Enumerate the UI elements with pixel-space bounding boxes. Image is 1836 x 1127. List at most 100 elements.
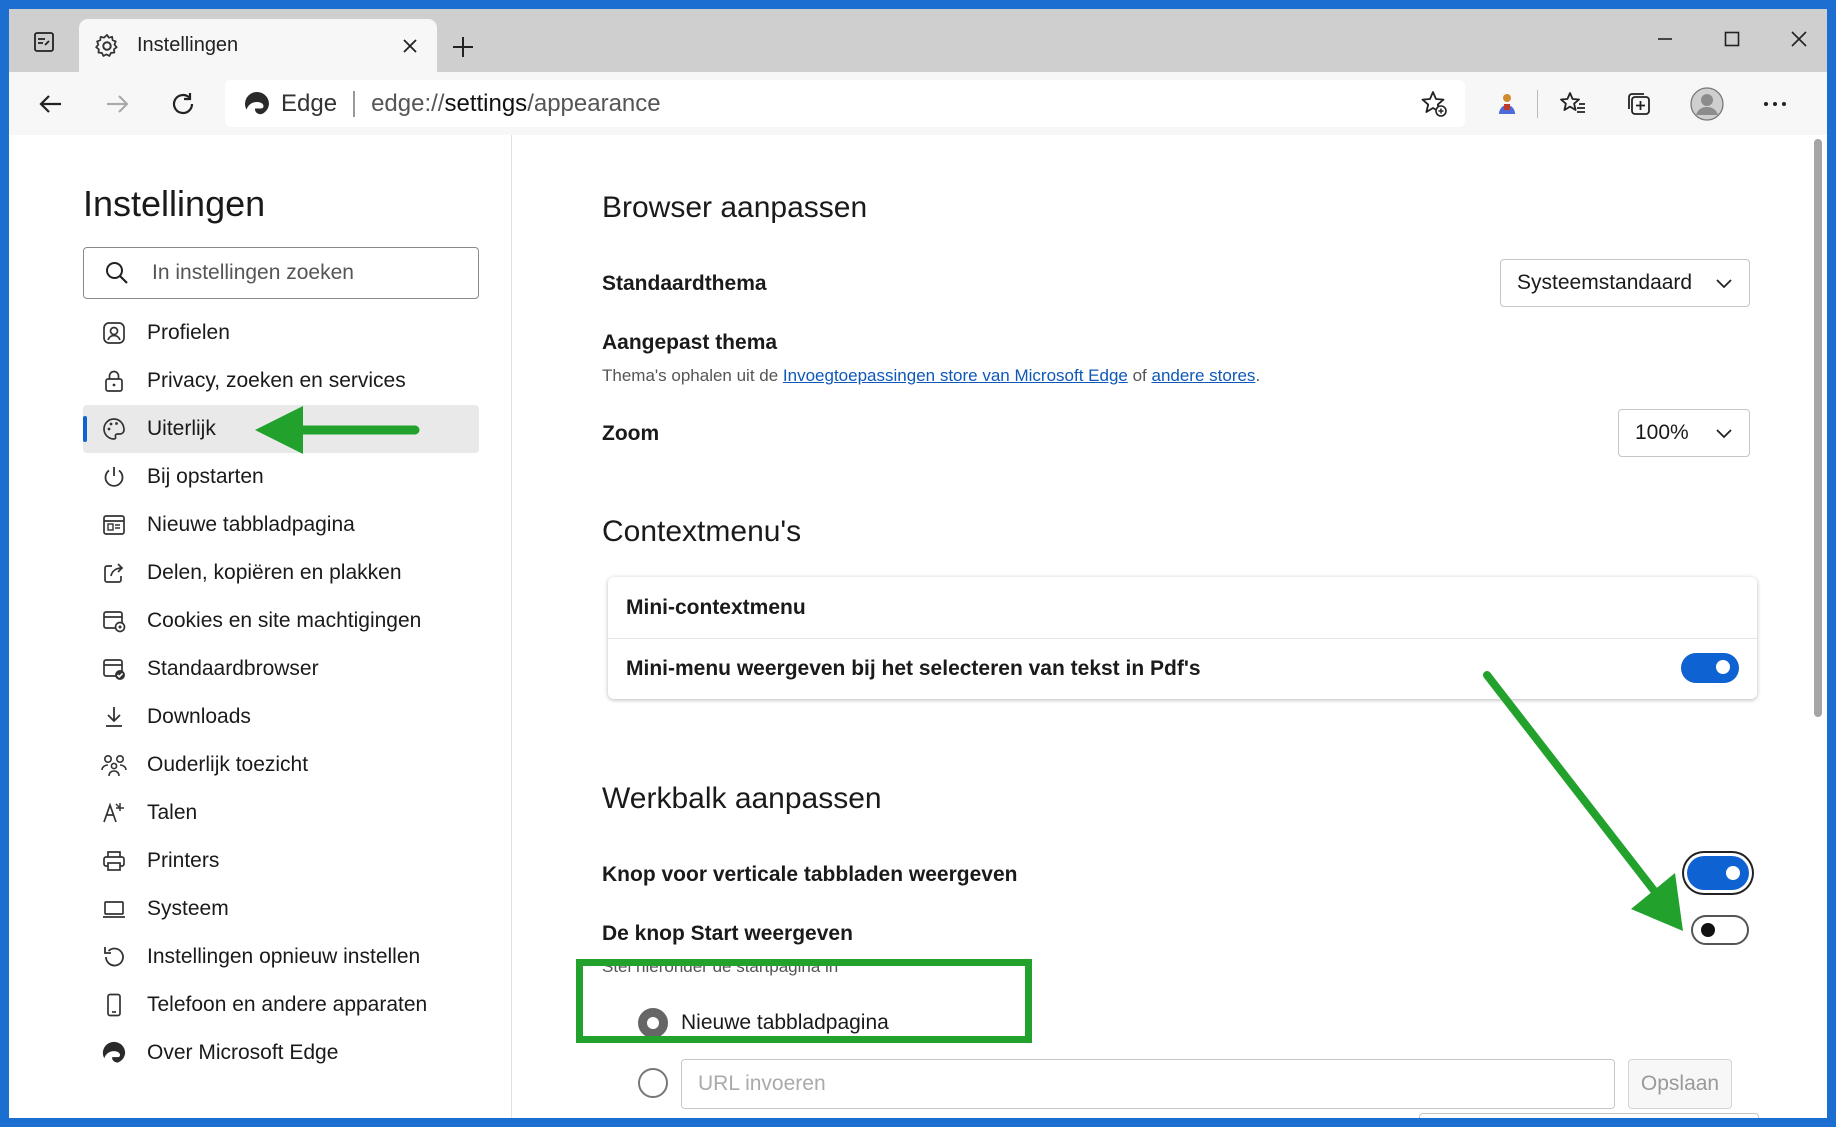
- default-theme-dropdown[interactable]: Systeemstandaard: [1500, 259, 1750, 307]
- profile-icon: [99, 318, 129, 348]
- default-browser-icon: [99, 654, 129, 684]
- download-icon: [99, 702, 129, 732]
- star-add-icon: [1421, 90, 1447, 117]
- chevron-down-icon: [1716, 429, 1732, 439]
- sidebar-item-label: Delen, kopiëren en plakken: [147, 561, 402, 584]
- custom-theme-label: Aangepast thema: [602, 331, 778, 354]
- sidebar-item-label: Nieuwe tabbladpagina: [147, 513, 355, 536]
- back-button[interactable]: [33, 86, 69, 122]
- sidebar-item-standaardbrowser[interactable]: Standaardbrowser: [83, 645, 479, 693]
- url-path: /appearance: [527, 89, 661, 117]
- minimize-button[interactable]: [1645, 23, 1685, 55]
- navigation-bar: Edge edge://settings/appearance: [9, 72, 1827, 135]
- tab-settings[interactable]: Instellingen: [79, 19, 437, 72]
- newtab-page-icon: [99, 510, 129, 540]
- other-stores-link[interactable]: andere stores: [1151, 366, 1255, 385]
- favorites-icon: [1560, 92, 1585, 113]
- avatar: [1690, 87, 1724, 121]
- collections-button[interactable]: [1621, 86, 1657, 122]
- collections-icon: [1628, 93, 1650, 115]
- tab-strip: Instellingen: [9, 9, 1827, 72]
- settings-search-box[interactable]: [83, 247, 479, 299]
- tab-title: Instellingen: [137, 34, 239, 56]
- search-icon: [106, 262, 128, 284]
- maximize-button[interactable]: [1712, 23, 1752, 55]
- new-tab-button[interactable]: [447, 31, 479, 63]
- address-bar[interactable]: Edge edge://settings/appearance: [225, 80, 1465, 127]
- close-icon: [1791, 31, 1807, 47]
- save-button[interactable]: Opslaan: [1628, 1059, 1732, 1109]
- extension-button[interactable]: [1489, 86, 1525, 122]
- zoom-dropdown[interactable]: 100%: [1618, 409, 1750, 457]
- url-scheme: edge://: [371, 89, 445, 117]
- annotation-arrow-diagonal-icon: [1483, 671, 1683, 931]
- profile-button[interactable]: [1689, 86, 1725, 122]
- search-input[interactable]: [152, 261, 452, 285]
- section-title-browser: Browser aanpassen: [602, 191, 868, 224]
- sidebar-item-profielen[interactable]: Profielen: [83, 309, 479, 357]
- more-menu-button[interactable]: [1757, 86, 1793, 122]
- sidebar-item-label: Ouderlijk toezicht: [147, 753, 309, 776]
- sidebar-item-printers[interactable]: Printers: [83, 837, 479, 885]
- tab-actions-button[interactable]: [27, 25, 61, 59]
- sidebar-item-label: Privacy, zoeken en services: [147, 369, 406, 392]
- sidebar-item-bij-opstarten[interactable]: Bij opstarten: [83, 453, 479, 501]
- sidebar-item-nieuwe-tabbladpagina[interactable]: Nieuwe tabbladpagina: [83, 501, 479, 549]
- sidebar-item-telefoon[interactable]: Telefoon en andere apparaten: [83, 981, 479, 1029]
- sidebar-item-delen[interactable]: Delen, kopiëren en plakken: [83, 549, 479, 597]
- next-control-partial: [1419, 1113, 1759, 1118]
- settings-page: Instellingen Profielen Privacy, zoeken e…: [9, 135, 1827, 1118]
- sidebar-item-talen[interactable]: Talen: [83, 789, 479, 837]
- languages-icon: [99, 798, 129, 828]
- sidebar-item-systeem[interactable]: Systeem: [83, 885, 479, 933]
- url-host: settings: [444, 89, 528, 117]
- extension-icon: [1499, 94, 1515, 114]
- add-favorite-button[interactable]: [1417, 87, 1451, 121]
- close-tab-button[interactable]: [397, 33, 423, 59]
- home-button-label: De knop Start weergeven: [602, 922, 853, 945]
- toggle-knob: [1726, 866, 1740, 880]
- close-window-button[interactable]: [1779, 23, 1819, 55]
- url-text[interactable]: edge://settings/appearance: [371, 90, 1417, 118]
- sidebar-item-label: Downloads: [147, 705, 251, 728]
- toggle-knob: [1716, 660, 1730, 674]
- refresh-button[interactable]: [165, 86, 201, 122]
- toolbar-separator: [1537, 90, 1538, 118]
- ellipsis-icon: [1764, 102, 1786, 106]
- favorites-button[interactable]: [1555, 86, 1591, 122]
- home-url-input[interactable]: [698, 1072, 1578, 1096]
- power-icon: [99, 462, 129, 492]
- edge-logo-icon: [99, 1038, 129, 1068]
- default-theme-value: Systeemstandaard: [1517, 271, 1693, 294]
- sidebar-item-opnieuw-instellen[interactable]: Instellingen opnieuw instellen: [83, 933, 479, 981]
- addons-store-link[interactable]: Invoegtoepassingen store van Microsoft E…: [783, 366, 1128, 385]
- plus-icon: [453, 37, 473, 57]
- printer-icon: [99, 846, 129, 876]
- refresh-icon: [172, 93, 194, 115]
- forward-button[interactable]: [99, 86, 135, 122]
- radio-custom-url[interactable]: [638, 1068, 668, 1098]
- annotation-arrow-left-icon: [255, 406, 420, 454]
- sidebar-item-label: Talen: [147, 801, 198, 824]
- custom-theme-text: Thema's ophalen uit de: [602, 366, 783, 385]
- edge-logo-icon: [245, 91, 269, 114]
- scrollbar-thumb[interactable]: [1814, 139, 1822, 717]
- sidebar-item-label: Over Microsoft Edge: [147, 1041, 339, 1064]
- lock-icon: [99, 366, 129, 396]
- sidebar-item-downloads[interactable]: Downloads: [83, 693, 479, 741]
- address-separator: [353, 90, 356, 117]
- browser-window: Instellingen Edge edge://settings/appear…: [9, 9, 1827, 1118]
- home-url-field[interactable]: [681, 1059, 1615, 1109]
- reset-icon: [99, 942, 129, 972]
- arrow-left-icon: [39, 95, 61, 113]
- sidebar-item-privacy[interactable]: Privacy, zoeken en services: [83, 357, 479, 405]
- sidebar-item-cookies[interactable]: Cookies en site machtigingen: [83, 597, 479, 645]
- sidebar-item-label: Instellingen opnieuw instellen: [147, 945, 421, 968]
- phone-icon: [99, 990, 129, 1020]
- site-identity-label: Edge: [281, 89, 338, 117]
- vertical-tabs-label: Knop voor verticale tabbladen weergeven: [602, 863, 1018, 886]
- sidebar-item-over-edge[interactable]: Over Microsoft Edge: [83, 1029, 479, 1077]
- sidebar-item-ouderlijk-toezicht[interactable]: Ouderlijk toezicht: [83, 741, 479, 789]
- maximize-icon: [1724, 31, 1740, 47]
- page-scrollbar[interactable]: [1809, 139, 1827, 1118]
